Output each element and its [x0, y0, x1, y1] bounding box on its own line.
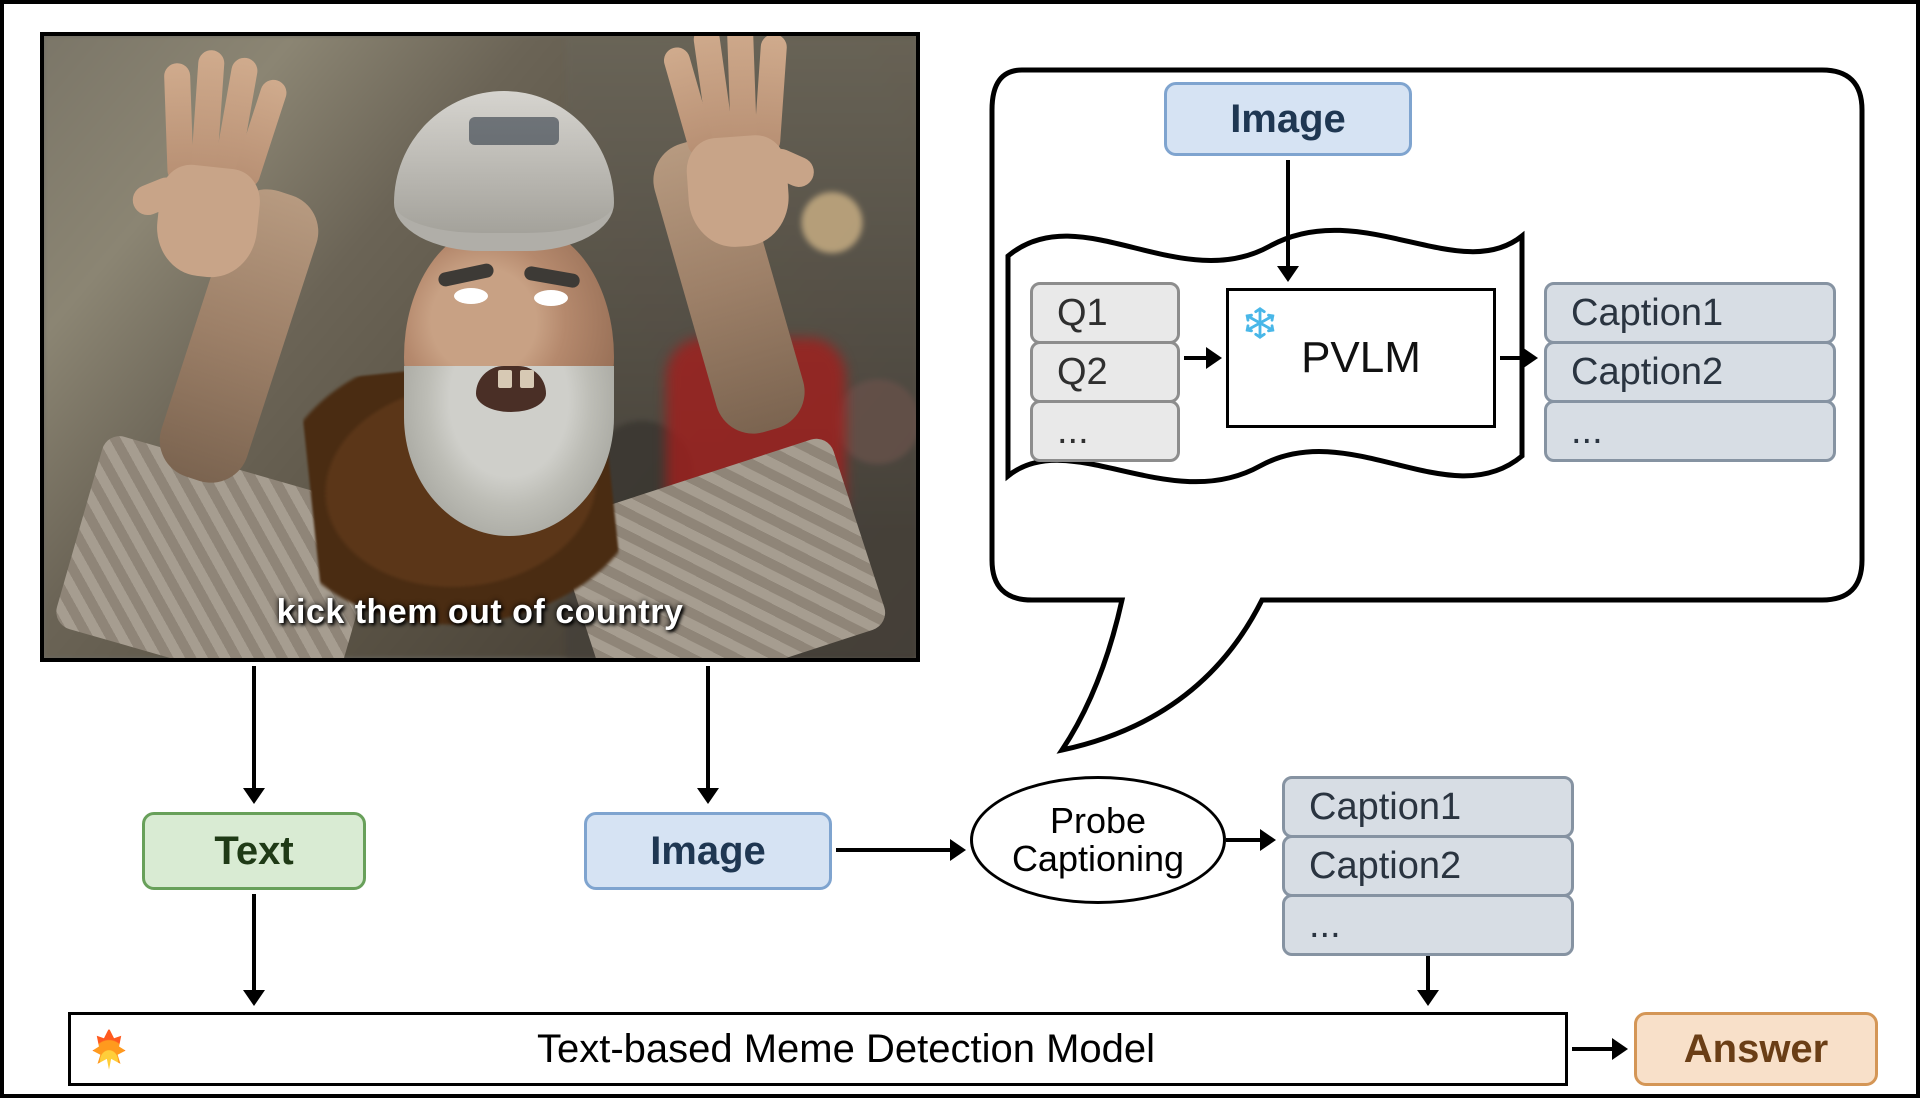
arrow-captions-to-model	[1426, 956, 1430, 992]
meme-eye	[534, 290, 568, 306]
text-node-label: Text	[214, 829, 293, 874]
arrowhead-icon	[1612, 1038, 1628, 1060]
detection-model-box: Text-based Meme Detection Model	[68, 1012, 1568, 1086]
q-more-cell: ...	[1030, 400, 1180, 462]
text-node: Text	[142, 812, 366, 890]
caption-more-cell-outer: ...	[1282, 894, 1574, 956]
pvlm-box: PVLM	[1226, 288, 1496, 428]
meme-caption-text: kick them out of country	[44, 593, 916, 632]
arrow-image-to-pvlm	[1286, 160, 1290, 268]
question-stack: Q1 Q2 ...	[1030, 282, 1180, 462]
meme-hand-left	[112, 38, 295, 283]
answer-node: Answer	[1634, 1012, 1878, 1086]
arrow-image-to-probe	[836, 848, 952, 852]
arrow-meme-to-text	[252, 666, 256, 790]
meme-hand-right	[656, 32, 832, 251]
arrow-probe-to-captions	[1226, 838, 1262, 842]
caption-more-cell: ...	[1544, 400, 1836, 462]
arrowhead-icon	[1206, 347, 1222, 369]
image-node-inner-label: Image	[1230, 97, 1346, 142]
arrowhead-icon	[1277, 266, 1299, 282]
arrow-q-to-pvlm	[1184, 356, 1208, 360]
arrow-model-to-answer	[1572, 1047, 1614, 1051]
caption2-cell-outer: Caption2	[1282, 835, 1574, 897]
arrowhead-icon	[243, 788, 265, 804]
arrowhead-icon	[243, 990, 265, 1006]
probe-captioning-node: Probe Captioning	[970, 776, 1226, 904]
q2-cell: Q2	[1030, 341, 1180, 403]
meme-eye	[454, 288, 488, 304]
arrow-text-to-model	[252, 894, 256, 992]
diagram-stage: kick them out of country Image Q1 Q2 ...…	[0, 0, 1920, 1098]
meme-tooth	[498, 370, 512, 388]
detection-model-label: Text-based Meme Detection Model	[127, 1027, 1565, 1072]
image-node: Image	[584, 812, 832, 890]
caption1-cell: Caption1	[1544, 282, 1836, 344]
probe-label-1: Probe	[1050, 802, 1146, 840]
q1-cell: Q1	[1030, 282, 1180, 344]
probe-label-2: Captioning	[1012, 840, 1184, 878]
image-node-inner: Image	[1164, 82, 1412, 156]
caption1-cell-outer: Caption1	[1282, 776, 1574, 838]
caption-stack-outer: Caption1 Caption2 ...	[1282, 776, 1574, 956]
arrowhead-icon	[1417, 990, 1439, 1006]
fire-icon	[91, 1031, 127, 1067]
caption-stack-inner: Caption1 Caption2 ...	[1544, 282, 1836, 462]
arrowhead-icon	[697, 788, 719, 804]
arrowhead-icon	[1260, 829, 1276, 851]
meme-tooth	[520, 370, 534, 388]
image-node-label: Image	[650, 829, 766, 874]
meme-image: kick them out of country	[40, 32, 920, 662]
pvlm-label: PVLM	[1301, 333, 1421, 383]
arrowhead-icon	[950, 839, 966, 861]
caption2-cell: Caption2	[1544, 341, 1836, 403]
arrow-meme-to-image	[706, 666, 710, 790]
arrowhead-icon	[1522, 347, 1538, 369]
answer-label: Answer	[1684, 1027, 1829, 1072]
arrow-pvlm-to-captions	[1500, 356, 1524, 360]
snowflake-icon	[1243, 301, 1277, 335]
